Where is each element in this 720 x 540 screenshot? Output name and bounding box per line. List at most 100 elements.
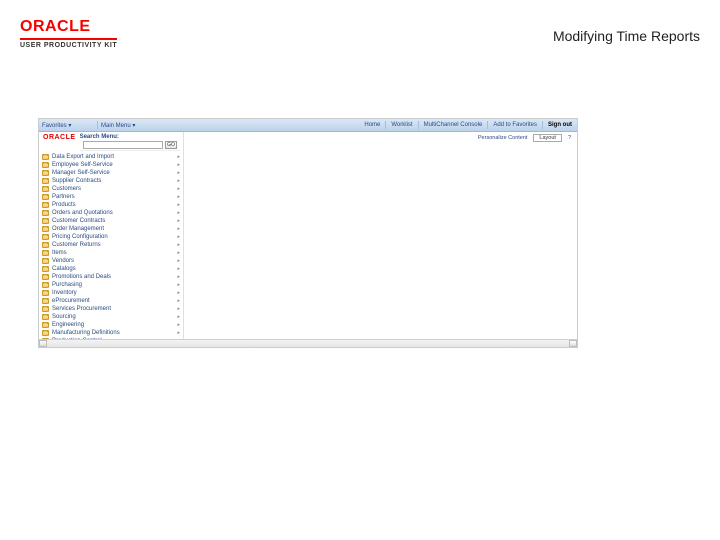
folder-icon xyxy=(42,330,49,336)
nav-item[interactable]: Products ▸ xyxy=(39,201,183,209)
nav-item-label: Production Control xyxy=(52,338,102,339)
nav-item-label: Inventory xyxy=(52,290,77,296)
nav-worklist[interactable]: Worklist xyxy=(386,119,417,131)
nav-item-label: Customer Returns xyxy=(52,242,101,248)
nav-item-label: Partners xyxy=(52,194,75,200)
nav-item[interactable]: Items▸ xyxy=(39,249,183,257)
nav-item[interactable]: Purchasing▸ xyxy=(39,281,183,289)
folder-icon xyxy=(42,194,49,200)
nav-item-label: eProcurement xyxy=(52,298,90,304)
search-input[interactable] xyxy=(83,141,163,149)
folder-icon xyxy=(42,234,49,240)
nav-item[interactable]: Services Procurement ▸ xyxy=(39,305,183,313)
nav-item[interactable]: Production Control ▸ xyxy=(39,337,183,339)
nav-item[interactable]: Vendors▸ xyxy=(39,257,183,265)
chevron-right-icon: ▸ xyxy=(177,306,180,312)
chevron-right-icon: ▸ xyxy=(177,178,180,184)
chevron-right-icon: ▸ xyxy=(177,290,180,296)
folder-icon xyxy=(42,338,49,339)
nav-item[interactable]: Partners ▸ xyxy=(39,193,183,201)
nav-multichannel[interactable]: MultiChannel Console xyxy=(419,119,488,131)
folder-icon xyxy=(42,178,49,184)
chevron-right-icon: ▸ xyxy=(177,274,180,280)
nav-item-label: Customer Contracts xyxy=(52,218,105,224)
nav-item-label: Customers xyxy=(52,186,81,192)
scroll-right-button[interactable] xyxy=(569,340,577,347)
nav-item-label: Orders and Quotations xyxy=(52,210,113,216)
chevron-right-icon: ▸ xyxy=(177,186,180,192)
chevron-right-icon: ▸ xyxy=(177,162,180,168)
personalize-layout-select[interactable]: Layout xyxy=(533,134,562,142)
favorites-menu[interactable]: Favorites ▾ xyxy=(39,119,97,131)
horizontal-scrollbar[interactable] xyxy=(39,339,577,347)
folder-icon xyxy=(42,242,49,248)
folder-icon xyxy=(42,282,49,288)
nav-item-label: Sourcing xyxy=(52,314,76,320)
chevron-right-icon: ▸ xyxy=(177,226,180,232)
nav-item-label: Purchasing xyxy=(52,282,82,288)
nav-item[interactable]: Orders and Quotations ▸ xyxy=(39,209,183,217)
oracle-logo: ORACLE xyxy=(20,18,117,36)
nav-item[interactable]: Catalogs ▸ xyxy=(39,265,183,273)
chevron-right-icon: ▸ xyxy=(177,218,180,224)
main-menu[interactable]: Main Menu ▾ xyxy=(98,119,156,131)
folder-icon xyxy=(42,274,49,280)
nav-item[interactable]: Engineering ▸ xyxy=(39,321,183,329)
nav-item[interactable]: Manufacturing Definitions ▸ xyxy=(39,329,183,337)
nav-item[interactable]: Customers ▸ xyxy=(39,185,183,193)
folder-icon xyxy=(42,202,49,208)
nav-sign-out[interactable]: Sign out xyxy=(543,119,577,131)
chevron-right-icon: ▸ xyxy=(177,210,180,216)
help-icon[interactable]: ? xyxy=(568,135,571,141)
nav-menu: Data Export and Import▸Employee Self-Ser… xyxy=(39,151,183,339)
nav-item-label: Products xyxy=(52,202,76,208)
nav-item[interactable]: Promotions and Deals ▸ xyxy=(39,273,183,281)
nav-item[interactable]: Customer Contracts ▸ xyxy=(39,217,183,225)
search-go-button[interactable]: GO xyxy=(165,141,177,149)
nav-item-label: Supplier Contracts xyxy=(52,178,101,184)
nav-item[interactable]: Supplier Contracts ▸ xyxy=(39,177,183,185)
folder-icon xyxy=(42,266,49,272)
nav-item[interactable]: Customer Returns▸ xyxy=(39,241,183,249)
scroll-left-button[interactable] xyxy=(39,340,47,347)
brand-subtitle: USER PRODUCTIVITY KIT xyxy=(20,38,117,49)
folder-icon xyxy=(42,210,49,216)
oracle-small-logo: ORACLE xyxy=(39,132,80,143)
chevron-right-icon: ▸ xyxy=(177,266,180,272)
nav-item[interactable]: Employee Self-Service▸ xyxy=(39,161,183,169)
nav-item-label: Promotions and Deals xyxy=(52,274,111,280)
app-window: Favorites ▾ Main Menu ▾ Home Worklist Mu… xyxy=(38,118,578,348)
chevron-right-icon: ▸ xyxy=(177,322,180,328)
chevron-right-icon: ▸ xyxy=(177,314,180,320)
chevron-right-icon: ▸ xyxy=(177,194,180,200)
nav-item[interactable]: Data Export and Import ▸ xyxy=(39,153,183,161)
chevron-right-icon: ▸ xyxy=(177,338,180,339)
nav-item[interactable]: eProcurement▸ xyxy=(39,297,183,305)
chevron-right-icon: ▸ xyxy=(177,250,180,256)
folder-icon xyxy=(42,162,49,168)
folder-icon xyxy=(42,314,49,320)
folder-icon xyxy=(42,306,49,312)
nav-item-label: Manufacturing Definitions xyxy=(52,330,120,336)
app-topbar: Favorites ▾ Main Menu ▾ Home Worklist Mu… xyxy=(39,119,577,132)
nav-item-label: Catalogs xyxy=(52,266,76,272)
content-area: Personalize Content Layout ? xyxy=(184,132,577,339)
nav-item[interactable]: Inventory ▸ xyxy=(39,289,183,297)
page-title: Modifying Time Reports xyxy=(553,28,700,44)
chevron-right-icon: ▸ xyxy=(177,170,180,176)
chevron-right-icon: ▸ xyxy=(177,234,180,240)
folder-icon xyxy=(42,154,49,160)
nav-item[interactable]: Pricing Configuration▸ xyxy=(39,233,183,241)
nav-add-favorites[interactable]: Add to Favorites xyxy=(488,119,542,131)
nav-item-label: Services Procurement xyxy=(52,306,111,312)
nav-item-label: Engineering xyxy=(52,322,84,328)
personalize-content-link[interactable]: Personalize Content xyxy=(478,135,528,141)
nav-item-label: Vendors xyxy=(52,258,74,264)
nav-item-label: Data Export and Import xyxy=(52,154,114,160)
chevron-right-icon: ▸ xyxy=(177,202,180,208)
nav-home[interactable]: Home xyxy=(359,119,385,131)
nav-item[interactable]: Manager Self-Service▸ xyxy=(39,169,183,177)
chevron-right-icon: ▸ xyxy=(177,154,180,160)
nav-item[interactable]: Order Management▸ xyxy=(39,225,183,233)
nav-item[interactable]: Sourcing ▸ xyxy=(39,313,183,321)
